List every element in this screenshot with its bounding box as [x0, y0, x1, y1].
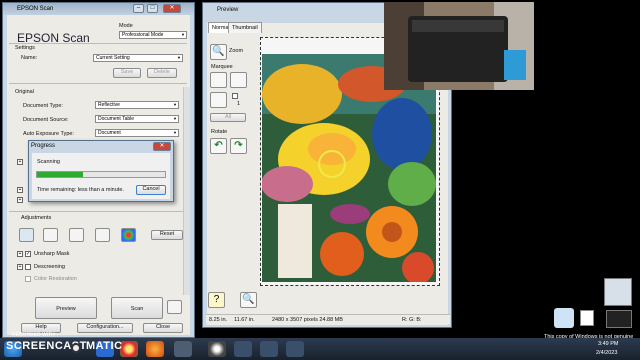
cancel-button[interactable]: Cancel: [136, 185, 166, 195]
status-pixels: 2480 x 3507 pixels 24.88 MB: [272, 317, 343, 323]
maximize-icon[interactable]: □: [147, 4, 158, 13]
recycle-bin-icon[interactable]: [604, 278, 632, 306]
watermark-recorded: RECORDED WITH: [12, 332, 55, 338]
preview-status-bar: 8.25 in. 11.67 in. 2480 x 3507 pixels 24…: [206, 314, 450, 324]
document-icon[interactable]: [580, 310, 594, 326]
document-type-select[interactable]: Reflective: [95, 101, 179, 109]
magnifier-icon[interactable]: 🔍: [240, 292, 257, 308]
monitor-icon[interactable]: [606, 310, 632, 328]
document-type-label: Document Type:: [23, 103, 63, 109]
user-icon[interactable]: [554, 308, 574, 328]
document-source-label: Document Source:: [23, 117, 69, 123]
original-divider: [9, 83, 187, 84]
scan-button-label: Scan: [130, 306, 144, 312]
auto-exposure-label: Auto Exposure Type:: [23, 131, 74, 137]
marquee-label: Marquee: [211, 64, 233, 70]
descreening-label: Descreening: [34, 264, 65, 270]
color-palette-icon[interactable]: [121, 228, 136, 242]
progress-bar-fill: [37, 172, 84, 177]
preview-button-label: Preview: [56, 306, 76, 312]
color-balance-icon[interactable]: [95, 228, 110, 242]
expand-toggle[interactable]: +: [17, 197, 23, 203]
settings-divider: [9, 43, 187, 44]
mode-select[interactable]: Professional Mode: [119, 31, 187, 39]
descreening-checkbox[interactable]: [25, 264, 31, 270]
status-rgb: R: G: B:: [402, 317, 422, 323]
settings-label: Settings: [15, 45, 35, 51]
window-taskbar-icon[interactable]: [260, 341, 278, 357]
file-save-icon[interactable]: [167, 300, 182, 314]
marquee-count: 1: [237, 101, 241, 107]
progress-title: Progress: [31, 143, 56, 149]
create-marquee-icon[interactable]: [210, 72, 227, 88]
minimize-icon[interactable]: –: [133, 4, 144, 13]
clock-date[interactable]: 2/4/2023: [596, 350, 617, 356]
name-label: Name:: [21, 55, 38, 61]
watermark-matic: MATIC: [86, 340, 123, 352]
firefox-icon[interactable]: [146, 341, 164, 357]
window-taskbar-icon[interactable]: [234, 341, 252, 357]
window-taskbar-icon[interactable]: [286, 341, 304, 357]
preview-window-title: Preview: [217, 7, 239, 13]
close-button[interactable]: Close: [143, 323, 183, 333]
expand-toggle[interactable]: +: [17, 187, 23, 193]
expand-toggle[interactable]: +: [17, 264, 23, 270]
rotate-label: Rotate: [211, 129, 228, 135]
status-width: 8.25 in.: [209, 317, 228, 323]
close-icon[interactable]: ✕: [153, 142, 171, 151]
save-button[interactable]: Save: [113, 68, 141, 78]
epson-window-title: EPSON Scan: [17, 6, 54, 12]
help-icon[interactable]: ?: [208, 292, 225, 308]
progress-body: Scanning Time remaining: less than a min…: [32, 153, 170, 199]
delete-marquee-icon[interactable]: [210, 92, 227, 108]
adjustments-divider: [9, 211, 187, 212]
watermark-logo-icon: [71, 343, 81, 353]
screencast-taskbar-icon[interactable]: [208, 341, 226, 357]
epson-titlebar[interactable]: EPSON Scan – □ ✕: [3, 3, 194, 15]
zoom-icon[interactable]: 🔍: [210, 44, 227, 60]
preview-button[interactable]: Preview: [35, 297, 97, 319]
unsharp-mask-checkbox[interactable]: ✓: [25, 251, 31, 257]
unsharp-mask-label: Unsharp Mask: [34, 251, 70, 257]
zoom-label: Zoom: [229, 48, 244, 54]
progress-status: Scanning: [37, 159, 60, 165]
color-restoration-label: Color Restoration: [34, 276, 77, 282]
clock-time[interactable]: 3:49 PM: [598, 341, 618, 347]
delete-button[interactable]: Delete: [147, 68, 177, 78]
status-height: 11.67 in.: [234, 317, 255, 323]
epson-scan-taskbar-icon[interactable]: [174, 341, 192, 357]
progress-dialog: Progress ✕ Scanning Time remaining: less…: [28, 140, 174, 202]
tab-thumbnail[interactable]: Thumbnail: [228, 22, 262, 33]
settings-scrollbar[interactable]: [183, 87, 190, 295]
close-icon[interactable]: ✕: [163, 4, 181, 13]
chrome-icon[interactable]: [120, 341, 138, 357]
progress-bar: [36, 171, 166, 178]
curve-icon[interactable]: [69, 228, 84, 242]
mode-label: Mode: [119, 23, 133, 29]
rotate-right-icon[interactable]: ↷: [230, 138, 247, 154]
expand-toggle[interactable]: +: [17, 159, 23, 165]
tone-correction-icon[interactable]: [43, 228, 58, 242]
duplicate-marquee-icon[interactable]: [230, 72, 247, 88]
document-source-select[interactable]: Document Table: [95, 115, 179, 123]
configuration-button[interactable]: Configuration...: [77, 323, 133, 333]
scan-button[interactable]: Scan: [111, 297, 163, 319]
original-label: Original: [15, 89, 34, 95]
auto-exposure-select[interactable]: Document: [95, 129, 179, 137]
adjustments-label: Adjustments: [21, 215, 52, 221]
all-button[interactable]: All: [210, 113, 246, 122]
reset-button[interactable]: Reset: [151, 230, 183, 240]
expand-toggle[interactable]: +: [17, 251, 23, 257]
settings-name-select[interactable]: Current Setting: [93, 54, 183, 62]
color-restoration-checkbox[interactable]: [25, 276, 31, 282]
webcam-overlay: [384, 2, 534, 90]
rotate-left-icon[interactable]: ↶: [210, 138, 227, 154]
marquee-counter-box: [232, 93, 238, 99]
time-remaining-text: Time remaining: less than a minute.: [37, 187, 124, 193]
histogram-icon[interactable]: [19, 228, 34, 242]
